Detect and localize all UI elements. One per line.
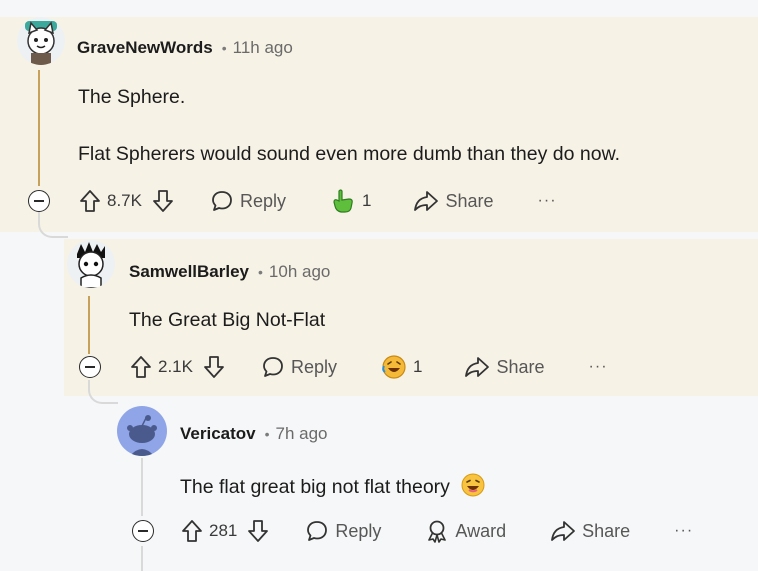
comment-body-line: Flat Spherers would sound even more dumb… — [78, 143, 620, 165]
laughing-award-icon — [382, 355, 406, 379]
comment-body-line: The flat great big not flat theory — [180, 476, 450, 498]
vote-count: 2.1K — [158, 357, 193, 376]
award-label: Award — [455, 520, 507, 541]
award-button[interactable]: 1 — [330, 188, 371, 214]
share-icon — [551, 521, 576, 541]
downvote-icon — [248, 520, 269, 542]
thread-line-1[interactable] — [38, 70, 40, 186]
reply-label: Reply — [239, 190, 287, 211]
reply-label: Reply — [335, 520, 382, 541]
separator-dot: • — [258, 264, 263, 280]
thread-elbow-1 — [38, 212, 68, 238]
avatar[interactable] — [117, 406, 167, 456]
snoo-avatar-icon — [77, 242, 105, 288]
upvote-icon — [131, 356, 151, 378]
laugh-emoji-icon — [461, 473, 485, 497]
comment-body: The flat great big not flat theory — [180, 473, 485, 499]
upvote-button[interactable]: 281 — [181, 519, 237, 543]
comment-body-line: The Sphere. — [78, 86, 186, 108]
vote-count: 8.7K — [107, 191, 142, 210]
share-icon — [465, 357, 490, 377]
author-name[interactable]: SamwellBarley — [129, 262, 249, 282]
collapse-button[interactable] — [79, 356, 101, 378]
comment-actions: 2.1K Reply 1 Share ··· — [130, 352, 608, 382]
thread-line-2[interactable] — [88, 296, 90, 354]
award-icon — [428, 520, 447, 543]
comment-meta: SamwellBarley • 10h ago — [129, 262, 330, 282]
default-snoo-icon — [127, 415, 157, 456]
downvote-icon — [204, 356, 224, 378]
vote-count: 281 — [209, 521, 238, 540]
timestamp[interactable]: 10h ago — [269, 262, 330, 282]
separator-dot: • — [264, 426, 270, 442]
comment-meta: Vericatov • 7h ago — [180, 424, 328, 444]
collapse-button[interactable] — [28, 190, 50, 212]
author-name[interactable]: Vericatov — [180, 424, 256, 444]
upvote-button[interactable]: 8.7K — [79, 189, 142, 213]
pointing-hand-award-icon — [333, 189, 353, 213]
reply-icon — [212, 191, 232, 211]
award-button[interactable]: 1 — [381, 354, 422, 380]
upvote-button[interactable]: 2.1K — [130, 355, 193, 379]
cat-avatar-icon — [25, 21, 57, 65]
downvote-button[interactable] — [203, 355, 225, 379]
reply-label: Reply — [290, 356, 338, 377]
award-count: 1 — [362, 191, 372, 210]
downvote-button[interactable] — [247, 519, 269, 543]
comment-actions: 8.7K Reply 1 Share ··· — [79, 186, 557, 216]
collapse-button[interactable] — [132, 520, 154, 542]
downvote-icon — [153, 190, 173, 212]
more-options-button[interactable]: ··· — [538, 192, 557, 210]
award-button[interactable]: Award — [425, 519, 506, 543]
award-count: 1 — [413, 357, 423, 376]
comment-meta: GraveNewWords • 11h ago — [77, 38, 293, 58]
upvote-icon — [80, 190, 100, 212]
share-label: Share — [582, 520, 631, 541]
share-icon — [414, 191, 439, 211]
reply-button[interactable]: Reply — [210, 189, 286, 213]
comment-body-line: The Great Big Not-Flat — [129, 309, 326, 331]
downvote-button[interactable] — [152, 189, 174, 213]
timestamp[interactable]: 11h ago — [233, 38, 293, 58]
share-label: Share — [445, 190, 494, 211]
avatar[interactable] — [67, 240, 115, 288]
share-button[interactable]: Share — [550, 520, 630, 542]
share-button[interactable]: Share — [464, 356, 545, 378]
thread-elbow-2 — [88, 380, 118, 404]
more-options-button[interactable]: ··· — [674, 522, 693, 540]
author-name[interactable]: GraveNewWords — [77, 38, 213, 58]
upvote-icon — [182, 520, 202, 542]
more-options-button[interactable]: ··· — [589, 358, 608, 376]
reply-icon — [263, 357, 283, 377]
reply-button[interactable]: Reply — [261, 355, 337, 379]
separator-dot: • — [221, 40, 227, 56]
thread-line-3[interactable] — [141, 458, 143, 516]
reply-icon — [307, 521, 328, 541]
reply-button[interactable]: Reply — [305, 519, 381, 543]
avatar[interactable] — [17, 17, 65, 65]
thread-line-3-tail — [141, 546, 143, 571]
share-label: Share — [496, 356, 545, 377]
timestamp[interactable]: 7h ago — [276, 424, 328, 444]
share-button[interactable]: Share — [413, 190, 494, 212]
comment-actions: 281 Reply Award Share ··· — [181, 516, 693, 546]
